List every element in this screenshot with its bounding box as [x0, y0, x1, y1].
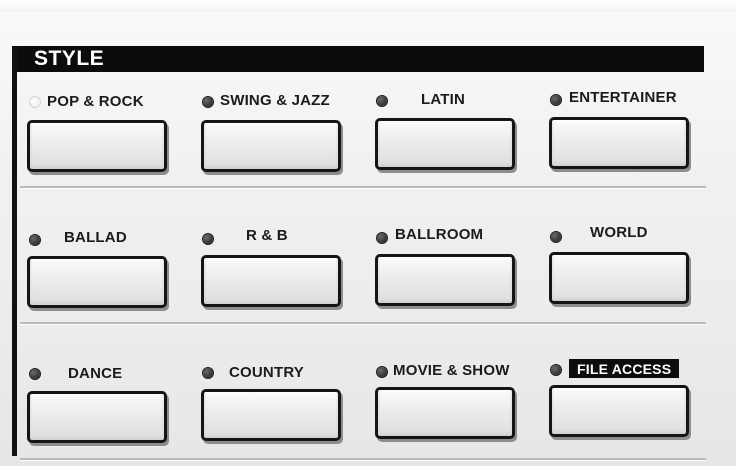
indicator-led-swing-jazz	[203, 97, 213, 107]
style-button-ballroom[interactable]	[375, 254, 515, 306]
label-world: WORLD	[590, 224, 648, 241]
indicator-led-movie-show	[377, 367, 387, 377]
style-button-world[interactable]	[549, 252, 689, 304]
style-button-entertainer[interactable]	[549, 117, 689, 169]
indicator-led-file-access	[551, 365, 561, 375]
indicator-led-entertainer	[551, 95, 561, 105]
indicator-led-country	[203, 368, 213, 378]
style-button-movie-show[interactable]	[375, 387, 515, 439]
label-movie-show: MOVIE & SHOW	[393, 362, 510, 379]
indicator-led-latin	[377, 96, 387, 106]
file-access-button[interactable]	[549, 385, 689, 437]
row-divider	[20, 186, 706, 188]
indicator-led-ballroom	[377, 233, 387, 243]
indicator-led-r-and-b	[203, 234, 213, 244]
label-pop-rock: POP & ROCK	[47, 93, 144, 110]
row-divider	[20, 458, 706, 460]
style-control-panel: STYLE POP & ROCK SWING & JAZZ LATIN ENTE…	[0, 0, 736, 466]
indicator-led-ballad	[30, 235, 40, 245]
style-button-pop-rock[interactable]	[27, 120, 167, 172]
style-button-country[interactable]	[201, 389, 341, 441]
label-ballad: BALLAD	[64, 229, 127, 246]
label-entertainer: ENTERTAINER	[569, 89, 677, 106]
style-header-bar	[12, 46, 704, 72]
style-button-dance[interactable]	[27, 391, 167, 443]
panel-top-edge	[0, 0, 736, 12]
indicator-led-world	[551, 232, 561, 242]
row-divider	[20, 322, 706, 324]
indicator-led-dance	[30, 369, 40, 379]
style-button-ballad[interactable]	[27, 256, 167, 308]
style-button-swing-jazz[interactable]	[201, 120, 341, 172]
label-country: COUNTRY	[229, 364, 305, 381]
label-ballroom: BALLROOM	[395, 226, 484, 243]
style-button-latin[interactable]	[375, 118, 515, 170]
panel-left-border	[12, 46, 17, 456]
indicator-led-pop-rock	[30, 97, 40, 107]
label-file-access: FILE ACCESS	[569, 359, 680, 378]
panel-title: STYLE	[34, 47, 105, 70]
label-r-and-b: R & B	[246, 227, 288, 244]
label-dance: DANCE	[68, 365, 123, 382]
label-latin: LATIN	[421, 91, 466, 108]
style-button-r-and-b[interactable]	[201, 255, 341, 307]
label-swing-jazz: SWING & JAZZ	[220, 92, 330, 109]
